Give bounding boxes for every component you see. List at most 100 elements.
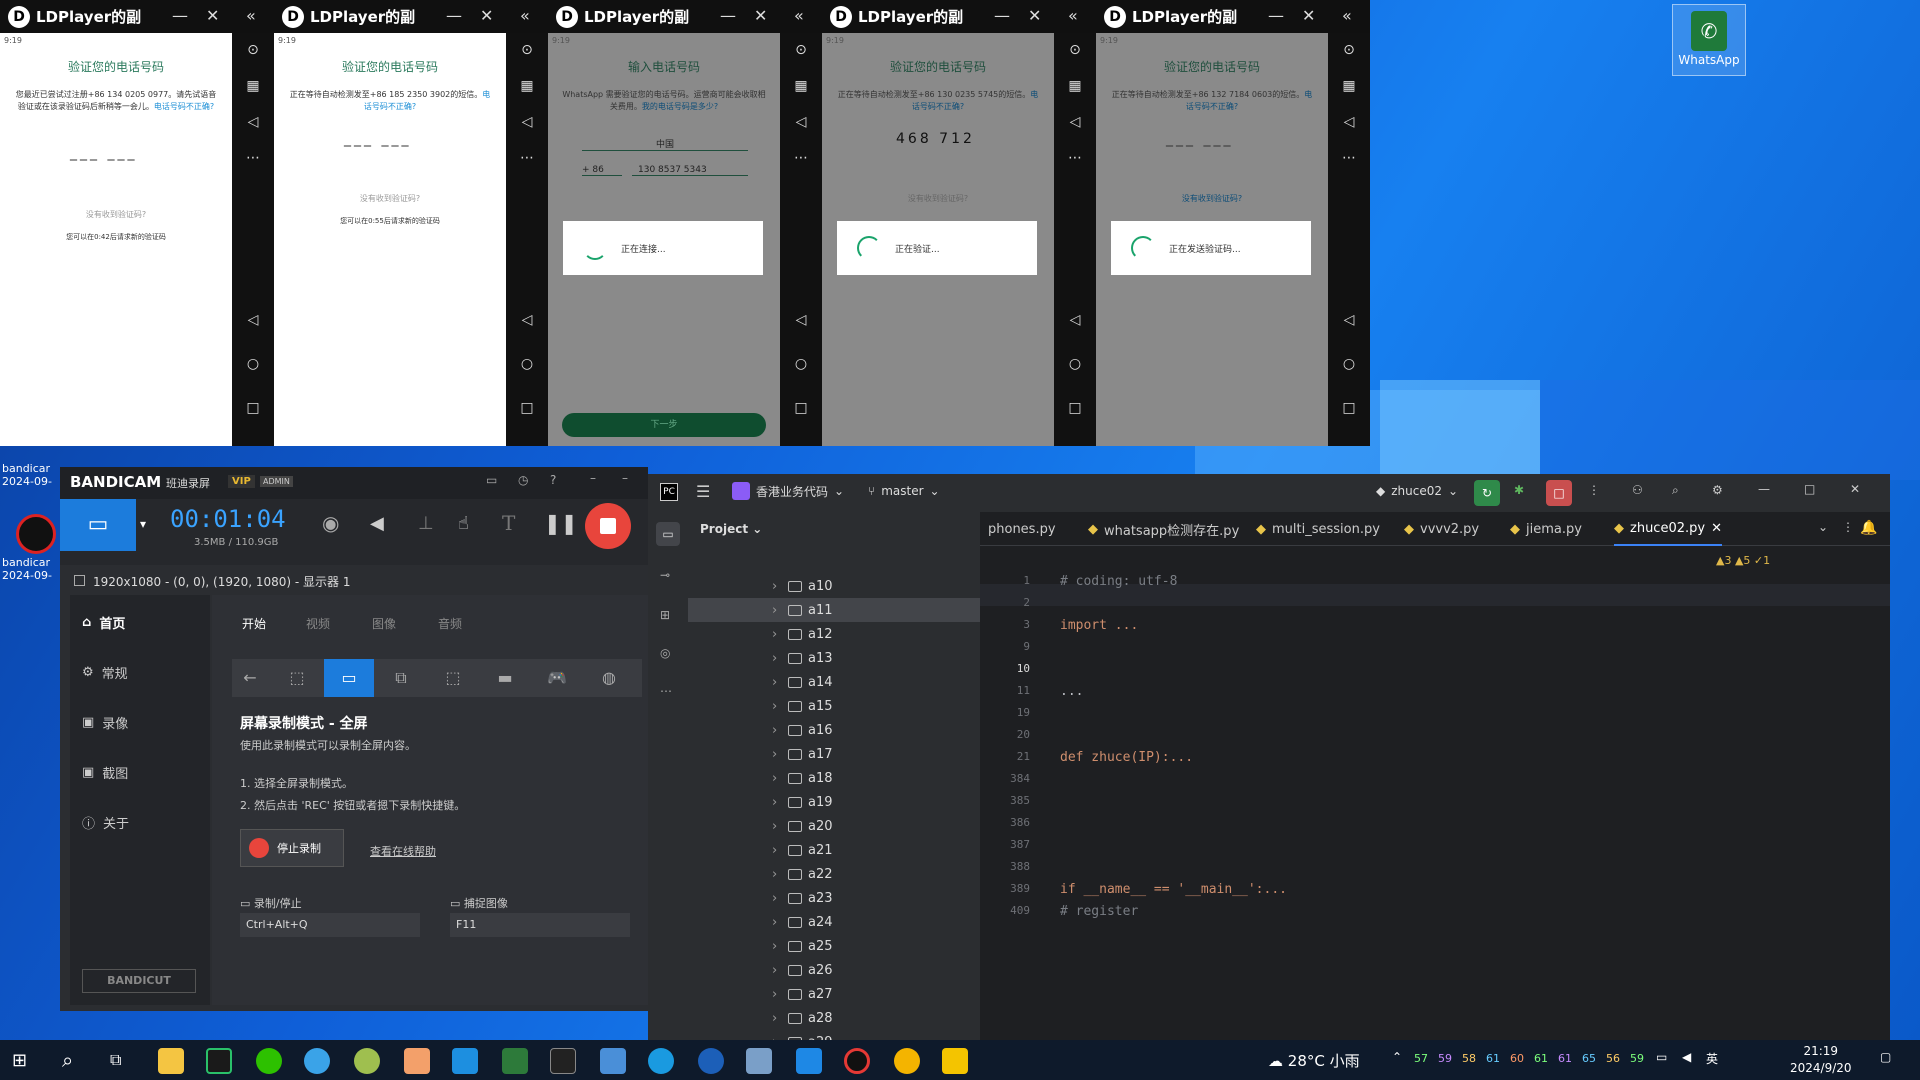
home-icon[interactable]: ○ (1066, 355, 1084, 373)
bandicut-button[interactable]: BANDICUT (82, 969, 196, 993)
desktop-icon-bandicam-2[interactable]: bandicar 2024-09- (2, 512, 58, 596)
folder-icon[interactable]: ▭ (656, 522, 680, 546)
chevron-down-icon[interactable]: ▾ (140, 517, 146, 531)
tree-folder[interactable]: › a14 (688, 670, 980, 694)
nav-home[interactable]: ⌂ 首页 (82, 613, 125, 632)
tree-folder[interactable]: › a23 (688, 886, 980, 910)
collapse-sidebar-icon[interactable]: « (1068, 6, 1078, 25)
country-select[interactable]: 中国 (582, 137, 748, 151)
window-titlebar[interactable]: D LDPlayer的副 — ✕ « (822, 0, 1096, 33)
network-icon[interactable]: ▭ (1656, 1050, 1667, 1064)
help-icon[interactable]: ? (550, 473, 556, 487)
window-titlebar[interactable]: D LDPlayer的副 — ✕ « (548, 0, 822, 33)
nav-general[interactable]: ⚙ 常规 (82, 663, 128, 682)
back-icon[interactable]: ← (232, 659, 268, 697)
search-icon[interactable]: ⌕ (62, 1048, 73, 1072)
bandicam-titlebar[interactable]: BANDICAM 班迪录屏 VIP ADMIN ▭ ◷ ? – – (60, 467, 648, 499)
volume-icon[interactable]: ◁ (1066, 113, 1084, 131)
terminal-icon[interactable] (550, 1048, 576, 1074)
tab-multi-session[interactable]: ◆ multi_session.py (1256, 512, 1380, 546)
inspection-summary[interactable]: ▲3 ▲5 ✓1 (1716, 554, 1770, 567)
close-icon[interactable]: ✕ (206, 6, 219, 25)
ldplayer-multi-icon[interactable] (942, 1048, 968, 1074)
back-icon[interactable]: ◁ (1066, 311, 1084, 329)
keyboard-icon[interactable]: ▦ (1066, 77, 1084, 95)
task-view-icon[interactable]: ⧉ (110, 1050, 121, 1070)
branch-selector[interactable]: ⑂ master ⌄ (868, 484, 940, 498)
tab-vvvv2[interactable]: ◆ vvvv2.py (1404, 512, 1479, 546)
notification-center-icon[interactable]: ▢ (1880, 1050, 1891, 1064)
volume-icon[interactable]: ◁ (1340, 113, 1358, 131)
stop-icon[interactable]: □ (1546, 480, 1572, 506)
tab-audio[interactable]: 音频 (438, 615, 462, 632)
close-icon[interactable]: ✕ (1711, 521, 1722, 536)
app-icon[interactable] (354, 1048, 380, 1074)
ldplayer-window-3[interactable]: D LDPlayer的副 — ✕ « 9:19 输入电话号码 WhatsApp … (548, 0, 822, 446)
desktop-icon-bandicam-1[interactable]: bandicar 2024-09- (2, 448, 58, 494)
tray-number[interactable]: 61 (1486, 1052, 1500, 1065)
tree-folder[interactable]: › a21 (688, 838, 980, 862)
close-icon[interactable]: ✕ (754, 6, 767, 25)
settings-icon[interactable]: ⊙ (1340, 41, 1358, 59)
speaker-icon[interactable]: ◀ (370, 513, 384, 534)
tray-number[interactable]: 59 (1438, 1052, 1452, 1065)
window-titlebar[interactable]: D LDPlayer的副 — ✕ « (1096, 0, 1370, 33)
tree-folder[interactable]: › a17 (688, 742, 980, 766)
collapse-sidebar-icon[interactable]: « (1342, 6, 1352, 25)
pycharm-taskbar-icon[interactable] (206, 1048, 232, 1074)
nav-video[interactable]: ▣ 录像 (82, 713, 128, 732)
file-explorer-icon[interactable] (158, 1048, 184, 1074)
audio-mode-icon[interactable]: ◍ (584, 659, 634, 697)
tree-folder[interactable]: › a16 (688, 718, 980, 742)
recent-icon[interactable]: □ (518, 399, 536, 417)
notifications-icon[interactable]: 🔔 (1860, 520, 1877, 536)
settings-icon[interactable]: ⊙ (792, 41, 810, 59)
more-icon[interactable]: ⋯ (1340, 149, 1358, 167)
hotkey-capture-field[interactable]: F11 (450, 913, 630, 937)
desktop-icon-whatsapp[interactable]: ✆ WhatsApp (1672, 4, 1746, 76)
country-code-input[interactable]: + 86 (582, 165, 622, 176)
keyboard-icon[interactable]: ▦ (518, 77, 536, 95)
minimize-icon[interactable]: — (446, 6, 462, 25)
app-icon-6[interactable] (796, 1048, 822, 1074)
tree-folder[interactable]: › a18 (688, 766, 980, 790)
tree-folder[interactable]: › a13 (688, 646, 980, 670)
more-actions-icon[interactable]: ⋮ (1588, 483, 1600, 497)
home-icon[interactable]: ○ (244, 355, 262, 373)
resend-text[interactable]: 没有收到验证码? (1110, 193, 1314, 205)
app-icon-5[interactable] (746, 1048, 772, 1074)
add-user-icon[interactable]: ⚇ (1632, 483, 1643, 497)
ldplayer-taskbar-icon[interactable] (894, 1048, 920, 1074)
project-panel-title[interactable]: Project ⌄ (700, 522, 762, 536)
more-icon[interactable]: ⋯ (660, 684, 672, 698)
collapse-sidebar-icon[interactable]: « (520, 6, 530, 25)
recent-icon[interactable]: □ (1066, 399, 1084, 417)
window-mode-icon[interactable]: ⧉ (376, 659, 426, 697)
nav-image[interactable]: ▣ 截图 (82, 763, 128, 782)
menu-icon[interactable]: ☰ (696, 482, 710, 501)
code-line[interactable]: ... (1060, 684, 1083, 699)
tree-folder[interactable]: › a20 (688, 814, 980, 838)
app-icon-3[interactable] (452, 1048, 478, 1074)
edge-icon[interactable] (648, 1048, 674, 1074)
more-icon[interactable]: ⋯ (244, 149, 262, 167)
back-icon[interactable]: ◁ (792, 311, 810, 329)
tree-folder[interactable]: › a10 (688, 574, 980, 598)
ai-icon[interactable]: ◎ (660, 646, 670, 660)
remote-desktop-icon[interactable] (600, 1048, 626, 1074)
code-line[interactable]: def zhuce(IP):... (1060, 750, 1193, 765)
tray-number[interactable]: 57 (1414, 1052, 1428, 1065)
commit-icon[interactable]: ⊸ (660, 568, 670, 582)
more-icon[interactable]: ⋮ (1842, 520, 1854, 534)
tray-number[interactable]: 65 (1582, 1052, 1596, 1065)
notepad-icon[interactable] (502, 1048, 528, 1074)
volume-icon[interactable]: ◀ (1682, 1050, 1691, 1064)
recent-icon[interactable]: □ (1340, 399, 1358, 417)
code-line[interactable]: # coding: utf-8 (1060, 574, 1177, 589)
clock-icon[interactable]: ◷ (518, 473, 528, 487)
chevron-up-icon[interactable]: ⌃ (1392, 1050, 1402, 1064)
minimize-icon[interactable]: – (590, 471, 596, 485)
back-icon[interactable]: ◁ (518, 311, 536, 329)
settings-icon[interactable]: ⊙ (518, 41, 536, 59)
close-icon[interactable]: – (622, 471, 628, 485)
